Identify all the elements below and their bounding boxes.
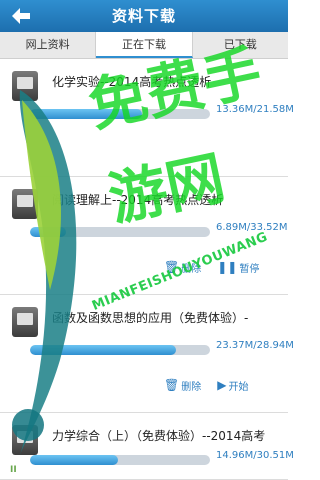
download-list: 化学实验--2014高考热点透析 13.36M/21.58M 阅读理解上--20… [0,59,294,480]
progress-bar [30,227,210,237]
page-title: 资料下载 [111,7,176,25]
progress-fill [30,227,66,237]
play-icon: ▶ [217,378,227,392]
size-text: 14.96M/30.51M [216,450,294,461]
download-title: 化学实验--2014高考热点透析 [52,75,212,89]
progress-bar [30,345,210,355]
pause-button[interactable]: ❚❚ 暂停 [213,257,263,277]
file-icon [12,307,38,337]
start-label: 开始 [228,381,249,393]
trash-icon: 🗑 [164,260,180,274]
progress-fill [30,455,119,465]
size-text: 13.36M/21.58M [216,104,294,115]
progress-bar [30,109,210,119]
delete-button[interactable]: 🗑 删除 [160,375,205,395]
trash-icon: 🗑 [164,378,180,392]
download-title: 阅读理解上--2014高考热点透析 [52,193,224,207]
download-title: 函数及函数思想的应用（免费体验）- [52,311,249,325]
tab-downloading[interactable]: 正在下载 [96,32,193,58]
delete-button[interactable]: 🗑 删除 [160,257,205,277]
download-item: 函数及函数思想的应用（免费体验）- 23.37M/28.94M 🗑 删除 ▶ 开… [0,295,294,413]
start-button[interactable]: ▶ 开始 [213,375,252,395]
size-text: 23.37M/28.94M [216,340,294,351]
progress-bar [30,455,210,465]
tab-downloaded[interactable]: 已下载 [193,32,288,58]
pause-label: 暂停 [239,263,260,275]
download-item: 力学综合（上）（免费体验）--2014高考 II 14.96M/30.51M [0,413,294,480]
file-icon [12,189,38,219]
download-item: 化学实验--2014高考热点透析 13.36M/21.58M [0,59,294,177]
file-icon [12,71,38,101]
item-actions: 🗑 删除 ▶ 开始 [160,375,252,395]
pause-icon: ❚❚ [217,260,238,274]
size-text: 6.89M/33.52M [216,222,288,233]
progress-fill [30,345,176,355]
header-bar: 资料下载 [0,0,288,32]
delete-label: 删除 [181,381,202,393]
download-item: 阅读理解上--2014高考热点透析 6.89M/33.52M 🗑 删除 ❚❚ 暂… [0,177,288,295]
delete-label: 删除 [181,263,202,275]
tab-bar: 网上资料 正在下载 已下载 [0,32,288,59]
download-title: 力学综合（上）（免费体验）--2014高考 [52,429,266,443]
paused-indicator-icon: II [10,465,17,475]
progress-fill [30,109,142,119]
file-icon [12,425,38,455]
item-actions: 🗑 删除 ❚❚ 暂停 [160,257,263,277]
tab-online-materials[interactable]: 网上资料 [0,32,97,58]
